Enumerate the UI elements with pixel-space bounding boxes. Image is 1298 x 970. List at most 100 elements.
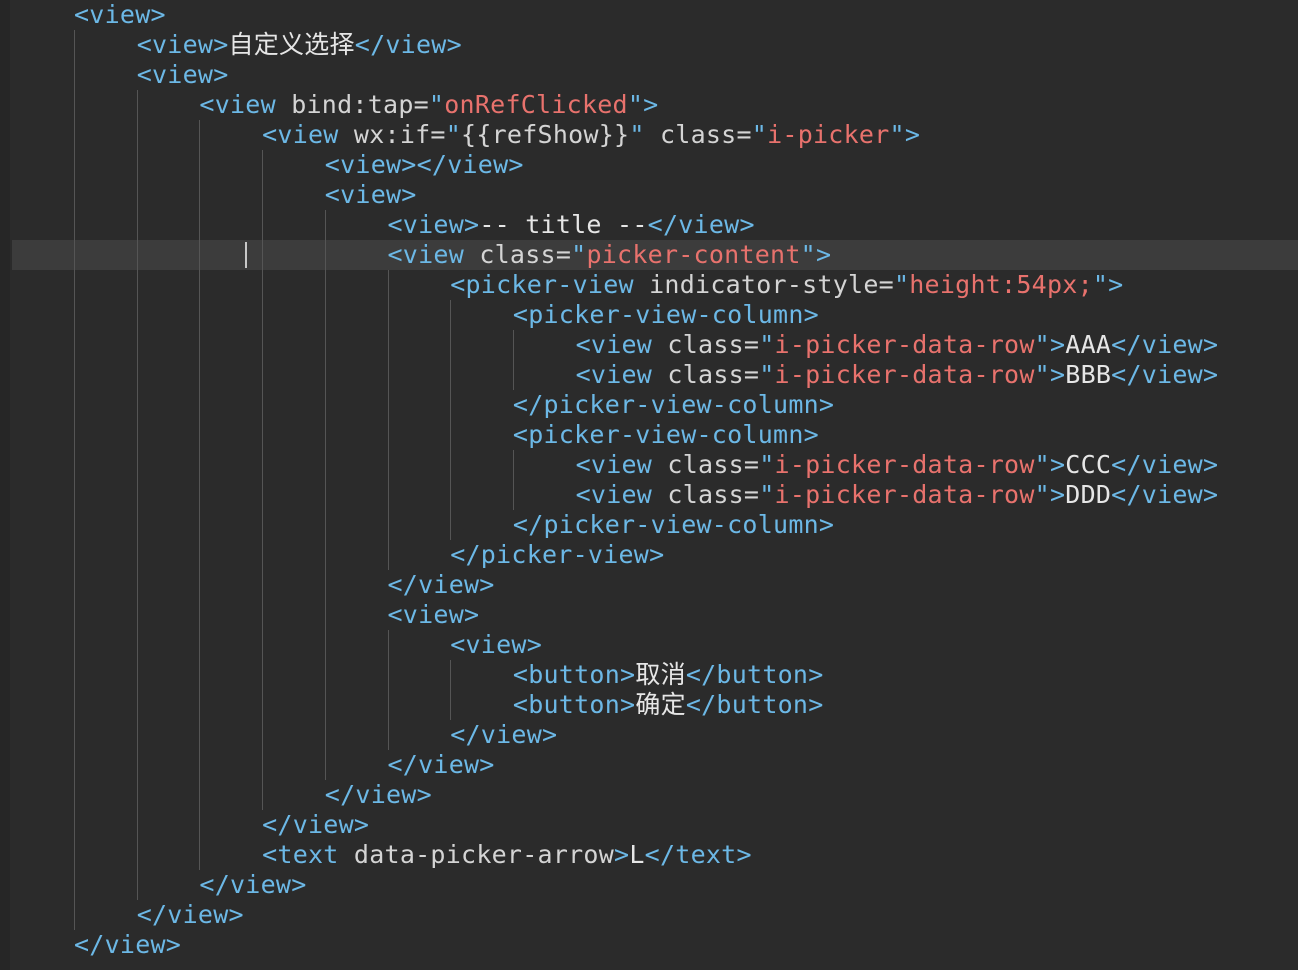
tag-token: </view> (74, 930, 182, 959)
indent-guide (513, 450, 514, 510)
code-line[interactable]: <view> (325, 180, 417, 210)
tag-token: <view (575, 450, 653, 479)
code-line[interactable]: </picker-view-column> (513, 390, 834, 420)
code-line[interactable]: </view> (199, 870, 306, 900)
code-line[interactable]: <picker-view indicator-style="height:54p… (450, 270, 1123, 300)
tag-token: <view (575, 360, 653, 389)
code-line[interactable]: <view class="picker-content"> (388, 240, 832, 270)
tag-token: <text (262, 840, 339, 869)
code-line[interactable]: <view></view> (325, 150, 524, 180)
indent-guide (199, 120, 200, 870)
tag-token: </picker-view-column> (512, 510, 835, 539)
tag-token: " (759, 480, 775, 509)
code-line[interactable]: </picker-view-column> (513, 510, 834, 540)
indent-guide (262, 150, 263, 810)
code-line[interactable]: </picker-view> (450, 540, 664, 570)
attribute-token: data-picker-arrow (338, 840, 615, 869)
code-line[interactable]: <view class="i-picker-data-row">DDD</vie… (576, 480, 1219, 510)
tag-token: </picker-view> (450, 540, 665, 569)
code-line[interactable]: </view> (450, 720, 557, 750)
string-token: picker-content (586, 240, 801, 269)
code-line[interactable]: <view>-- title --</view> (388, 210, 755, 240)
tag-token: <view> (136, 60, 229, 89)
code-line[interactable]: <button>确定</button> (513, 690, 824, 720)
tag-token: <view> (450, 630, 542, 659)
tag-token: " (445, 120, 462, 149)
code-line[interactable]: <view class="i-picker-data-row">BBB</vie… (576, 360, 1219, 390)
tag-token: "> (1034, 330, 1066, 359)
tag-token: </view> (136, 900, 244, 929)
string-token: i-picker (767, 120, 890, 149)
indent-guide (74, 30, 75, 930)
code-line[interactable]: <view bind:tap="onRefClicked"> (199, 90, 658, 120)
attribute-token: bind:tap= (275, 90, 429, 119)
text-token: -- title -- (479, 210, 648, 239)
text-token: 自定义选择 (228, 30, 355, 59)
attribute-token: class= (644, 120, 752, 149)
attribute-token: class= (652, 330, 760, 359)
tag-token: </view> (450, 720, 558, 749)
tag-token: <view (575, 330, 653, 359)
tag-token: </button> (685, 690, 824, 719)
tag-token: <view> (387, 210, 480, 239)
code-line[interactable]: <view> (450, 630, 542, 660)
code-line[interactable]: </view> (262, 810, 369, 840)
string-token: height:54px; (909, 270, 1093, 299)
tag-token: <view></view> (324, 150, 524, 179)
attribute-token: class= (652, 450, 760, 479)
tag-token: </view> (387, 570, 495, 599)
attribute-token: class= (652, 360, 760, 389)
code-line[interactable]: <picker-view-column> (513, 420, 819, 450)
tag-token: <picker-view (450, 270, 634, 299)
code-line[interactable]: <view>自定义选择</view> (137, 30, 462, 60)
code-line[interactable]: <picker-view-column> (513, 300, 819, 330)
code-line[interactable]: </view> (388, 750, 495, 780)
code-line[interactable]: <button>取消</button> (513, 660, 824, 690)
attribute-token: wx:if= (338, 120, 446, 149)
text-cursor (245, 242, 247, 268)
string-token: i-picker-data-row (774, 330, 1035, 359)
tag-token: </view> (647, 210, 755, 239)
tag-token: <view> (324, 180, 417, 209)
code-line[interactable]: <view> (388, 600, 480, 630)
code-line[interactable]: <view wx:if="{{refShow}}" class="i-picke… (262, 120, 920, 150)
tag-token: </button> (685, 660, 824, 689)
code-line[interactable]: </view> (325, 780, 432, 810)
attribute-token: indicator-style= (633, 270, 894, 299)
gutter-edge (0, 0, 10, 970)
text-token: 取消 (635, 660, 686, 689)
tag-token: <view> (387, 600, 480, 629)
text-token: L (629, 840, 645, 869)
code-line[interactable]: <view class="i-picker-data-row">CCC</vie… (576, 450, 1219, 480)
tag-token: </view> (354, 30, 462, 59)
tag-token: <view> (74, 0, 166, 29)
tag-token: "> (627, 90, 659, 119)
string-token: i-picker-data-row (774, 480, 1035, 509)
code-line[interactable]: <view> (74, 0, 166, 30)
tag-token: </view> (324, 780, 432, 809)
attribute-token: class= (652, 480, 760, 509)
tag-token: "> (1092, 270, 1124, 299)
code-line[interactable]: <view class="i-picker-data-row">AAA</vie… (576, 330, 1219, 360)
tag-token: "> (1034, 360, 1066, 389)
tag-token: " (751, 120, 768, 149)
code-line[interactable]: </view> (137, 900, 244, 930)
tag-token: </text> (644, 840, 752, 869)
tag-token: "> (889, 120, 921, 149)
indent-guide (388, 630, 389, 750)
text-token: BBB (1065, 360, 1112, 389)
string-token: i-picker-data-row (774, 450, 1035, 479)
code-line[interactable]: <view> (137, 60, 229, 90)
code-line[interactable]: </view> (74, 930, 181, 960)
text-token: DDD (1065, 480, 1112, 509)
tag-token: <button> (512, 690, 636, 719)
code-line[interactable]: </view> (388, 570, 495, 600)
tag-token: "> (1034, 450, 1066, 479)
code-line[interactable]: <text data-picker-arrow>L</text> (262, 840, 752, 870)
tag-token: " (759, 450, 775, 479)
tag-token: </view> (1111, 360, 1219, 389)
string-token: onRefClicked (444, 90, 628, 119)
indent-guide (513, 330, 514, 390)
code-editor[interactable]: <view> <view>自定义选择</view> <view> <view bind… (0, 0, 1298, 970)
tag-token: <view> (136, 30, 229, 59)
